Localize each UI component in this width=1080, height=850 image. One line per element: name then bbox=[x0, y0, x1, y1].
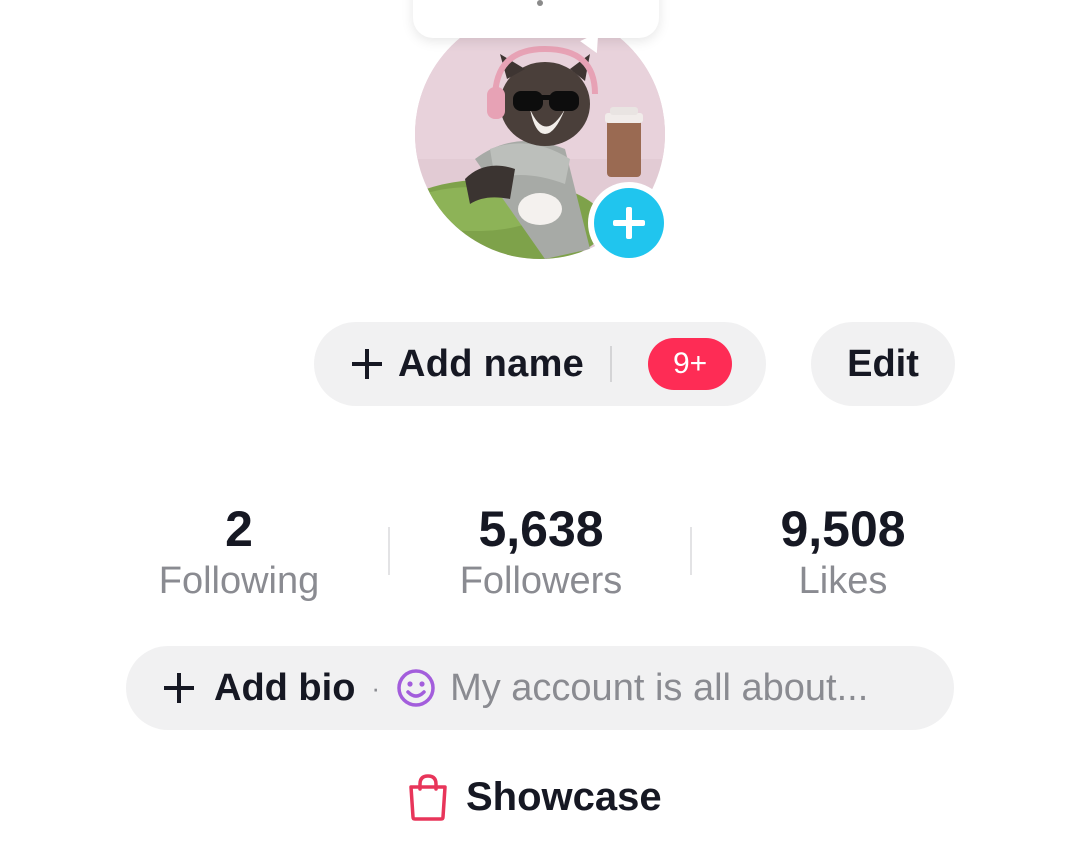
stat-divider bbox=[690, 527, 692, 575]
edit-profile-button[interactable]: Edit bbox=[811, 322, 955, 406]
add-name-label: Add name bbox=[398, 342, 585, 385]
likes-count: 9,508 bbox=[780, 501, 906, 557]
likes-label: Likes bbox=[798, 560, 888, 602]
shopping-bag-icon bbox=[409, 774, 447, 821]
add-avatar-button[interactable] bbox=[588, 182, 670, 264]
stat-divider bbox=[388, 527, 390, 575]
bio-placeholder: My account is all about... bbox=[450, 666, 869, 709]
stat-followers[interactable]: 5,638 Followers bbox=[411, 500, 671, 604]
more-options-icon[interactable] bbox=[537, 0, 543, 6]
pill-divider bbox=[610, 346, 613, 382]
stat-likes[interactable]: 9,508 Likes bbox=[713, 500, 973, 604]
following-label: Following bbox=[158, 560, 320, 602]
bio-separator: · bbox=[371, 672, 381, 703]
plus-icon bbox=[613, 207, 645, 239]
smile-icon bbox=[397, 669, 435, 707]
tooltip-bubble bbox=[413, 0, 659, 38]
profile-page: Add name 9+ Edit 2 Following 5,638 Follo… bbox=[0, 0, 1080, 850]
followers-label: Followers bbox=[459, 560, 623, 602]
notification-badge[interactable]: 9+ bbox=[648, 338, 733, 390]
plus-icon bbox=[164, 673, 194, 703]
add-bio-label: Add bio bbox=[214, 666, 356, 709]
showcase-label: Showcase bbox=[466, 774, 662, 819]
following-count: 2 bbox=[225, 501, 253, 557]
followers-count: 5,638 bbox=[478, 501, 604, 557]
add-name-button[interactable]: Add name 9+ bbox=[314, 322, 766, 406]
plus-icon bbox=[352, 349, 382, 379]
showcase-link[interactable]: Showcase bbox=[406, 770, 662, 824]
stat-following[interactable]: 2 Following bbox=[109, 500, 369, 604]
add-bio-button[interactable]: Add bio · My account is all about... bbox=[126, 646, 954, 730]
